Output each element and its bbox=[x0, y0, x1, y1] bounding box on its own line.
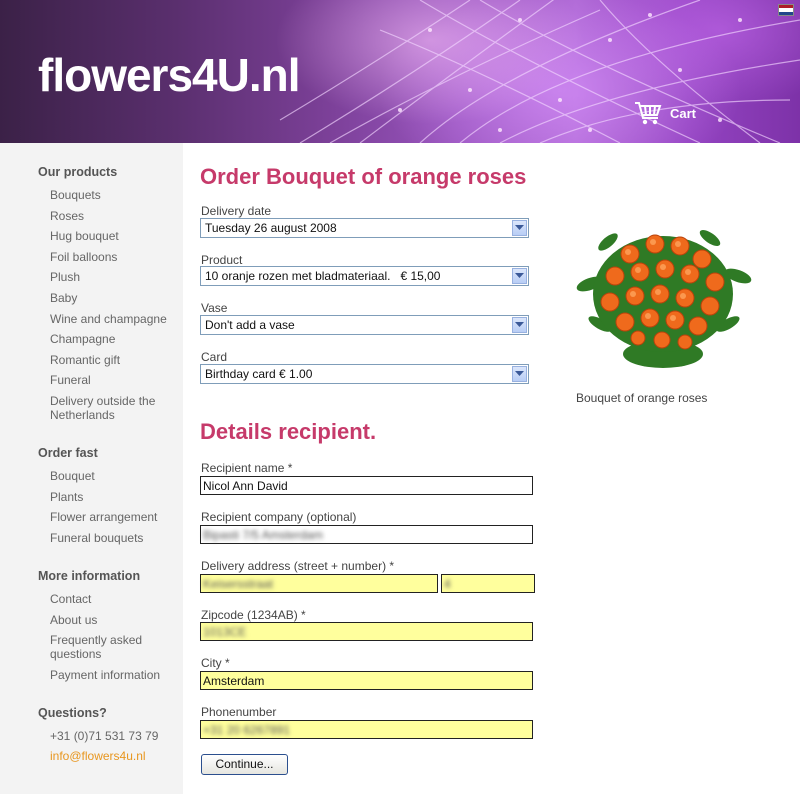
card-value: Birthday card € 1.00 bbox=[205, 367, 313, 381]
vase-select[interactable]: Don't add a vase bbox=[200, 315, 529, 335]
recipient-company-value: Bipasti 7/5 Amsterdam bbox=[203, 528, 324, 542]
sidebar-item-plants[interactable]: Plants bbox=[50, 490, 175, 504]
chevron-down-icon[interactable] bbox=[512, 268, 527, 284]
recipient-company-label: Recipient company (optional) bbox=[201, 510, 357, 524]
product-select[interactable]: 10 oranje rozen met bladmateriaal. € 15,… bbox=[200, 266, 529, 286]
zipcode-value: 1013CE bbox=[203, 625, 247, 639]
delivery-date-select[interactable]: Tuesday 26 august 2008 bbox=[200, 218, 529, 238]
city-input[interactable]: Amsterdam bbox=[200, 671, 533, 690]
email-link[interactable]: info@flowers4u.nl bbox=[50, 749, 175, 763]
sidebar-item-bouquet[interactable]: Bouquet bbox=[50, 469, 175, 483]
city-label: City * bbox=[201, 656, 230, 670]
vase-label: Vase bbox=[201, 301, 228, 315]
sidebar-item-delivery-outside-nl[interactable]: Delivery outside the Netherlands bbox=[50, 394, 175, 422]
sidebar-heading-order-fast: Order fast bbox=[38, 446, 98, 460]
order-title: Order Bouquet of orange roses bbox=[200, 164, 527, 189]
chevron-down-icon[interactable] bbox=[512, 366, 527, 382]
product-image-caption: Bouquet of orange roses bbox=[576, 391, 708, 405]
sidebar-item-bouquets[interactable]: Bouquets bbox=[50, 188, 175, 202]
house-number-value: 4 bbox=[444, 577, 451, 591]
sidebar-item-payment-information[interactable]: Payment information bbox=[50, 668, 175, 682]
recipient-company-input[interactable]: Bipasti 7/5 Amsterdam bbox=[200, 525, 533, 544]
street-input[interactable]: Keisersstraat bbox=[200, 574, 438, 593]
sidebar-heading-our-products: Our products bbox=[38, 165, 118, 179]
sidebar-item-flower-arrangement[interactable]: Flower arrangement bbox=[50, 510, 175, 524]
recipient-title: Details recipient. bbox=[200, 419, 377, 444]
sidebar-heading-more-information: More information bbox=[38, 569, 141, 583]
continue-button[interactable]: Continue... bbox=[201, 754, 288, 775]
recipient-name-value: Nicol Ann David bbox=[203, 479, 288, 493]
zipcode-input[interactable]: 1013CE bbox=[200, 622, 533, 641]
shopping-cart-icon bbox=[635, 102, 662, 125]
sidebar-item-plush[interactable]: Plush bbox=[50, 270, 175, 284]
sidebar-item-hug-bouquet[interactable]: Hug bouquet bbox=[50, 229, 175, 243]
sidebar-item-about-us[interactable]: About us bbox=[50, 613, 175, 627]
sidebar-item-faq[interactable]: Frequently asked questions bbox=[50, 633, 175, 661]
phonenumber-label: Phonenumber bbox=[201, 705, 277, 719]
product-image-orange-roses bbox=[576, 229, 752, 368]
sidebar-item-romantic-gift[interactable]: Romantic gift bbox=[50, 353, 175, 367]
sidebar-item-wine-and-champagne[interactable]: Wine and champagne bbox=[50, 312, 175, 326]
delivery-date-value: Tuesday 26 august 2008 bbox=[205, 221, 337, 235]
house-number-input[interactable]: 4 bbox=[441, 574, 535, 593]
sidebar-item-foil-balloons[interactable]: Foil balloons bbox=[50, 250, 175, 264]
sidebar-item-baby[interactable]: Baby bbox=[50, 291, 175, 305]
card-label: Card bbox=[201, 350, 228, 364]
sidebar-item-funeral-bouquets[interactable]: Funeral bouquets bbox=[50, 531, 175, 545]
product-value: 10 oranje rozen met bladmateriaal. € 15,… bbox=[205, 269, 441, 283]
site-logo[interactable]: flowers4U.nl bbox=[38, 48, 301, 102]
sidebar-item-contact[interactable]: Contact bbox=[50, 592, 175, 606]
delivery-date-label: Delivery date bbox=[201, 204, 272, 218]
sidebar-heading-questions: Questions? bbox=[38, 706, 107, 720]
phonenumber-value: +31 20 6267891 bbox=[203, 723, 291, 737]
zipcode-label: Zipcode (1234AB) * bbox=[201, 608, 306, 622]
sidebar-item-roses[interactable]: Roses bbox=[50, 209, 175, 223]
phonenumber-input[interactable]: +31 20 6267891 bbox=[200, 720, 533, 739]
cart-link[interactable]: Cart bbox=[634, 100, 696, 126]
city-value: Amsterdam bbox=[203, 674, 265, 688]
recipient-name-input[interactable]: Nicol Ann David bbox=[200, 476, 533, 495]
delivery-address-label: Delivery address (street + number) * bbox=[201, 559, 395, 573]
chevron-down-icon[interactable] bbox=[512, 317, 527, 333]
sidebar-item-funeral[interactable]: Funeral bbox=[50, 373, 175, 387]
card-select[interactable]: Birthday card € 1.00 bbox=[200, 364, 529, 384]
cart-label: Cart bbox=[670, 105, 697, 121]
dutch-flag-icon[interactable] bbox=[778, 4, 794, 16]
chevron-down-icon[interactable] bbox=[512, 220, 527, 236]
product-label: Product bbox=[201, 253, 243, 267]
recipient-name-label: Recipient name * bbox=[201, 461, 293, 475]
street-value: Keisersstraat bbox=[203, 577, 274, 591]
site-header: flowers4U.nl Cart bbox=[0, 0, 800, 143]
sidebar-item-champagne[interactable]: Champagne bbox=[50, 332, 175, 346]
phone-number: +31 (0)71 531 73 79 bbox=[50, 729, 159, 743]
vase-value: Don't add a vase bbox=[205, 318, 295, 332]
